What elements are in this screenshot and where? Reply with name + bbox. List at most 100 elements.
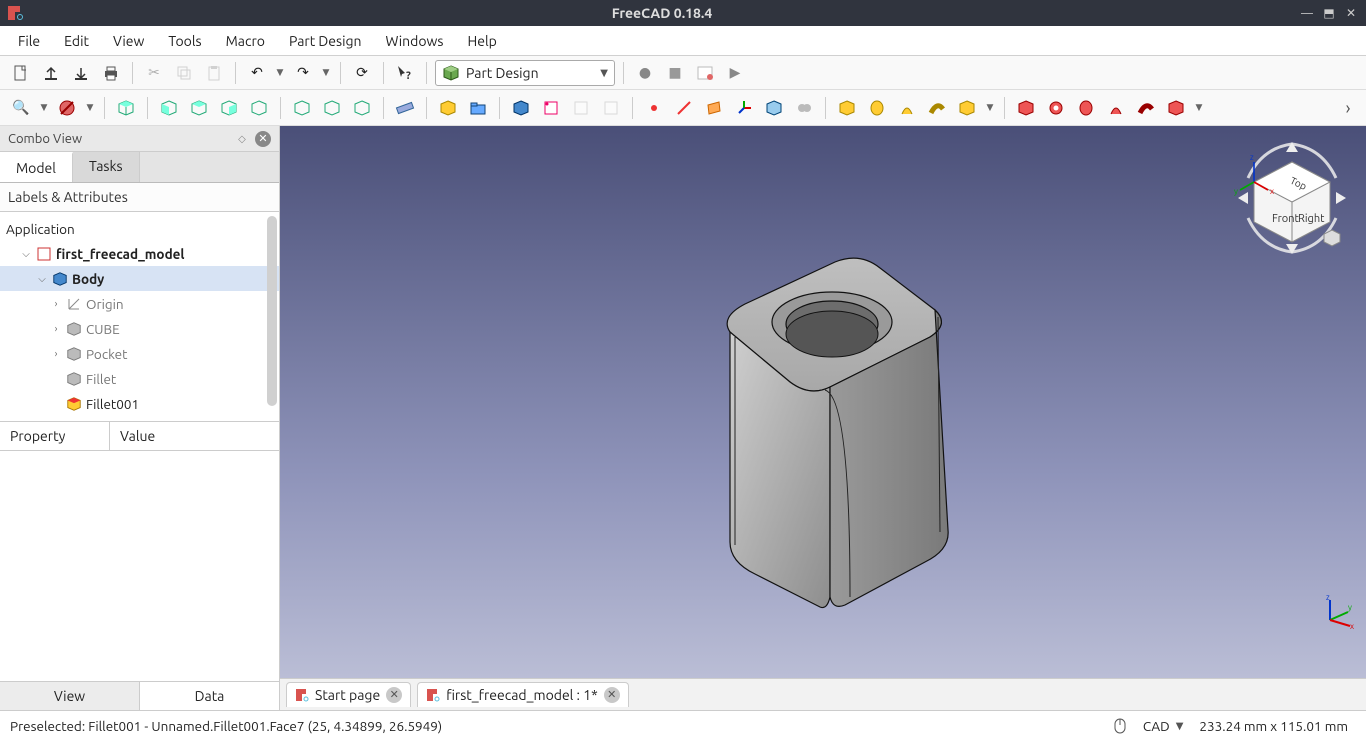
macro-record-icon[interactable]: ●	[632, 60, 658, 86]
close-icon[interactable]: ✕	[1344, 6, 1358, 20]
sub-primitive-icon[interactable]	[1163, 95, 1189, 121]
undo-icon[interactable]: ↶	[244, 60, 270, 86]
datum-line-icon[interactable]	[671, 95, 697, 121]
tree-item-origin[interactable]: › Origin	[0, 291, 279, 316]
menu-edit[interactable]: Edit	[52, 29, 101, 53]
view-axo-icon[interactable]	[349, 95, 375, 121]
new-file-icon[interactable]	[8, 60, 34, 86]
paste-icon[interactable]	[201, 60, 227, 86]
minimize-icon[interactable]: —	[1300, 6, 1314, 20]
svg-text:?: ?	[406, 70, 411, 82]
toolbar-overflow-icon[interactable]: ›	[1338, 98, 1358, 118]
group-icon[interactable]	[465, 95, 491, 121]
property-col[interactable]: Property	[0, 422, 110, 450]
drawstyle-icon[interactable]	[54, 95, 80, 121]
drawstyle-dropdown-icon[interactable]: ▼	[84, 95, 96, 121]
print-icon[interactable]	[98, 60, 124, 86]
expand-icon[interactable]: ⌵	[20, 248, 32, 260]
sub-dropdown-icon[interactable]: ▼	[1193, 95, 1205, 121]
sub-pipe-icon[interactable]	[1133, 95, 1159, 121]
view-top-icon[interactable]	[186, 95, 212, 121]
edit-sketch-icon[interactable]	[568, 95, 594, 121]
zoom-dropdown-icon[interactable]: ▼	[38, 95, 50, 121]
workbench-selector[interactable]: Part Design ▼	[435, 60, 615, 86]
clone-icon[interactable]	[791, 95, 817, 121]
view-left-icon[interactable]	[319, 95, 345, 121]
menu-view[interactable]: View	[101, 29, 156, 53]
loft-icon[interactable]	[894, 95, 920, 121]
undo-dropdown-icon[interactable]: ▼	[274, 60, 286, 86]
expand-icon[interactable]: ›	[50, 348, 62, 359]
tab-model[interactable]: Model	[0, 152, 73, 182]
expand-icon[interactable]: ›	[50, 298, 62, 309]
tree-item-cube[interactable]: › CUBE	[0, 316, 279, 341]
nav-cube[interactable]: Front Right Top z y x	[1232, 138, 1352, 258]
create-body-icon[interactable]	[508, 95, 534, 121]
redo-dropdown-icon[interactable]: ▼	[320, 60, 332, 86]
value-col[interactable]: Value	[110, 422, 165, 450]
pad-icon[interactable]	[834, 95, 860, 121]
datum-point-icon[interactable]	[641, 95, 667, 121]
tree-scrollbar[interactable]	[267, 216, 277, 406]
create-sketch-icon[interactable]	[538, 95, 564, 121]
doc-tab-start[interactable]: Start page ✕	[286, 682, 411, 707]
menu-file[interactable]: File	[6, 29, 52, 53]
groove-icon[interactable]	[1073, 95, 1099, 121]
tree-document[interactable]: ⌵ first_freecad_model	[0, 241, 279, 266]
redo-icon[interactable]: ↷	[290, 60, 316, 86]
nav-style[interactable]: CAD▼	[1135, 718, 1192, 734]
datum-plane-icon[interactable]	[701, 95, 727, 121]
view-iso-icon[interactable]	[113, 95, 139, 121]
menu-macro[interactable]: Macro	[214, 29, 277, 53]
doc-tab-model[interactable]: first_freecad_model : 1* ✕	[417, 682, 629, 707]
view-bottom-icon[interactable]	[289, 95, 315, 121]
tree-item-fillet001[interactable]: · Fillet001	[0, 391, 279, 416]
tab-tasks[interactable]: Tasks	[73, 152, 140, 182]
maximize-icon[interactable]: ⬒	[1322, 6, 1336, 20]
panel-close-icon[interactable]: ✕	[255, 131, 271, 147]
shapebinder-icon[interactable]	[761, 95, 787, 121]
view-front-icon[interactable]	[156, 95, 182, 121]
menu-help[interactable]: Help	[455, 29, 508, 53]
cut-icon[interactable]: ✂	[141, 60, 167, 86]
tab-data[interactable]: Data	[140, 682, 279, 710]
3d-canvas[interactable]: Front Right Top z y x	[280, 126, 1366, 678]
tree-body[interactable]: ⌵ Body	[0, 266, 279, 291]
separator	[499, 97, 500, 119]
part-icon[interactable]	[435, 95, 461, 121]
hole-icon[interactable]	[1043, 95, 1069, 121]
pocket-icon[interactable]	[1013, 95, 1039, 121]
menu-partdesign[interactable]: Part Design	[277, 29, 374, 53]
view-right-icon[interactable]	[216, 95, 242, 121]
measure-icon[interactable]	[392, 95, 418, 121]
model-tree[interactable]: Application ⌵ first_freecad_model ⌵ Body…	[0, 212, 279, 422]
sub-loft-icon[interactable]	[1103, 95, 1129, 121]
tab-close-icon[interactable]: ✕	[604, 687, 620, 703]
menu-tools[interactable]: Tools	[156, 29, 213, 53]
refresh-icon[interactable]: ⟳	[349, 60, 375, 86]
additive-primitive-icon[interactable]	[954, 95, 980, 121]
open-file-icon[interactable]	[38, 60, 64, 86]
macro-play-icon[interactable]: ▶	[722, 60, 748, 86]
additive-dropdown-icon[interactable]: ▼	[984, 95, 996, 121]
view-rear-icon[interactable]	[246, 95, 272, 121]
whatsthis-icon[interactable]: ?	[392, 60, 418, 86]
menu-windows[interactable]: Windows	[374, 29, 456, 53]
status-mouse-icon[interactable]	[1105, 717, 1135, 735]
pipe-icon[interactable]	[924, 95, 950, 121]
expand-icon[interactable]: ⌵	[36, 273, 48, 285]
panel-float-icon[interactable]: ◇	[235, 132, 249, 146]
expand-icon[interactable]: ›	[50, 323, 62, 334]
copy-icon[interactable]	[171, 60, 197, 86]
tab-view[interactable]: View	[0, 682, 140, 710]
macro-stop-icon[interactable]: ■	[662, 60, 688, 86]
zoom-in-icon[interactable]: 🔍	[8, 95, 34, 121]
datum-cs-icon[interactable]	[731, 95, 757, 121]
map-sketch-icon[interactable]	[598, 95, 624, 121]
tab-close-icon[interactable]: ✕	[386, 687, 402, 703]
tree-item-fillet[interactable]: · Fillet	[0, 366, 279, 391]
macro-list-icon[interactable]	[692, 60, 718, 86]
tree-item-pocket[interactable]: › Pocket	[0, 341, 279, 366]
revolution-icon[interactable]	[864, 95, 890, 121]
save-file-icon[interactable]	[68, 60, 94, 86]
